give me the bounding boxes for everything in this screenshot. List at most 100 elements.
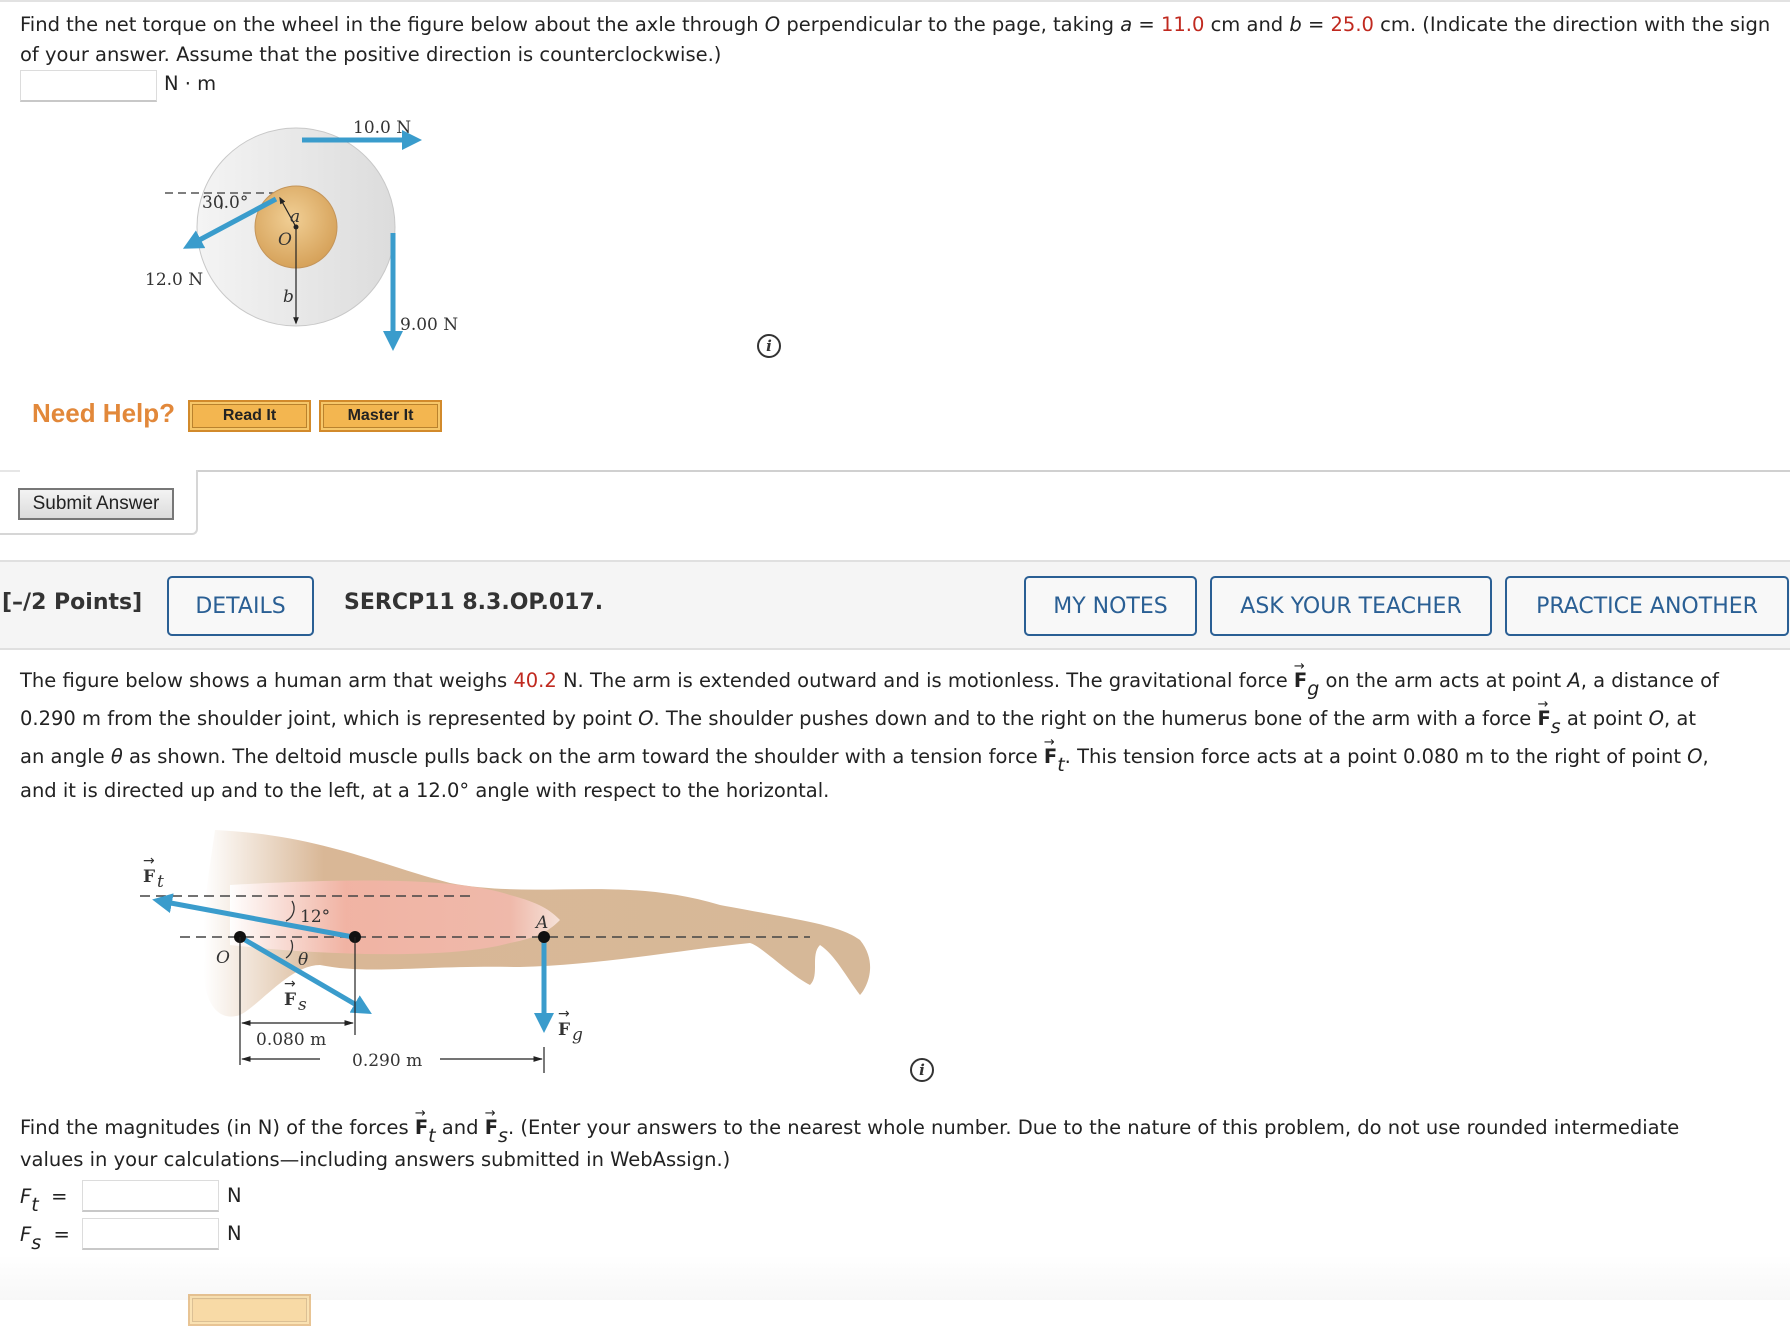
force-left-label: 12.0 N — [145, 270, 203, 290]
ft-label: F — [143, 867, 155, 887]
vector-f: F — [1044, 724, 1057, 776]
prompt-line-1: Find the magnitudes (in N) of the forces… — [20, 1098, 1790, 1147]
subscript-s: s — [498, 1125, 508, 1147]
equals: = — [53, 1223, 70, 1246]
line-3: an angle θ as shown. The deltoid muscle … — [20, 724, 1790, 776]
force-top-label: 10.0 N — [353, 118, 411, 138]
text: as shown. The deltoid muscle pulls back … — [122, 745, 1044, 768]
theta-label: θ — [298, 950, 308, 970]
subscript-t: t — [428, 1125, 436, 1147]
line-1: The figure below shows a human arm that … — [20, 648, 1790, 700]
vector-f: F — [485, 1098, 498, 1144]
value-a: 11.0 — [1160, 13, 1205, 36]
subscript-t: t — [1057, 754, 1065, 776]
fg-label: F — [558, 1020, 570, 1040]
problem2-statement: The figure below shows a human arm that … — [20, 648, 1790, 806]
question-code: SERCP11 8.3.OP.017. — [344, 590, 604, 615]
section-divider — [196, 470, 1790, 472]
practice-another-button[interactable]: PRACTICE ANOTHER — [1505, 576, 1789, 636]
ask-your-teacher-button[interactable]: ASK YOUR TEACHER — [1210, 576, 1492, 636]
text: perpendicular to the page, taking — [780, 13, 1121, 36]
angle-label: 30.0° — [202, 193, 248, 213]
text: . This tension force acts at a point 0.0… — [1064, 745, 1688, 768]
subscript-g: g — [1307, 678, 1320, 700]
angle-12-label: 12° — [300, 907, 330, 927]
read-it-button[interactable]: Read It — [188, 400, 311, 432]
text: and — [435, 1116, 485, 1139]
label-a: A — [534, 913, 548, 933]
line-4: and it is directed up and to the left, a… — [20, 776, 1790, 806]
vector-f: F — [415, 1098, 428, 1144]
problem2-prompt: Find the magnitudes (in N) of the forces… — [20, 1098, 1790, 1176]
torque-unit: N · m — [164, 72, 217, 95]
fs-arrow-glyph: → — [284, 976, 296, 992]
fs-symbol: F — [20, 1223, 32, 1246]
fs-label: F — [284, 990, 296, 1010]
ft-answer-input[interactable] — [82, 1180, 219, 1212]
submit-panel-top — [0, 470, 20, 472]
dist-long-label: 0.290 m — [352, 1051, 422, 1071]
text: 0.290 m from the shoulder joint, which i… — [20, 707, 639, 730]
my-notes-button[interactable]: MY NOTES — [1024, 576, 1197, 636]
var-b: b — [1289, 13, 1302, 36]
text: at point — [1560, 707, 1649, 730]
problem1-statement: Find the net torque on the wheel in the … — [20, 10, 1780, 70]
top-divider — [0, 0, 1790, 2]
read-it-button-partial[interactable] — [188, 1294, 311, 1326]
submit-answer-button[interactable]: Submit Answer — [18, 488, 174, 520]
label-b: b — [283, 287, 294, 307]
ft-answer-label: Ft = — [20, 1182, 68, 1216]
fs-sub: s — [31, 1232, 42, 1254]
text: on the arm acts at point — [1319, 669, 1568, 692]
arm-weight: 40.2 — [513, 669, 557, 692]
fs-unit: N — [227, 1222, 242, 1245]
points-label: [–/2 Points] — [2, 590, 143, 615]
info-icon[interactable]: i — [910, 1058, 934, 1082]
theta: θ — [110, 745, 123, 768]
text: . (Enter your answers to the nearest who… — [507, 1116, 1680, 1139]
ft-sub: t — [31, 1194, 39, 1216]
point-a: A — [1567, 669, 1581, 692]
torque-answer-input[interactable] — [20, 70, 157, 102]
label-o: O — [216, 948, 230, 968]
text: values in your calculations—including an… — [20, 1148, 731, 1171]
point-o: O — [1687, 745, 1703, 768]
point-o: O — [638, 707, 654, 730]
var-a: a — [1120, 13, 1133, 36]
vector-f: F — [1294, 648, 1307, 700]
dist-short-label: 0.080 m — [256, 1030, 326, 1050]
fs-answer-label: Fs = — [20, 1220, 70, 1254]
fg-subscript: g — [572, 1025, 583, 1045]
label-a: a — [290, 207, 300, 227]
details-button[interactable]: DETAILS — [167, 576, 314, 636]
fs-subscript: s — [298, 995, 307, 1015]
line-2: 0.290 m from the shoulder joint, which i… — [20, 686, 1790, 738]
text: N. The arm is extended outward and is mo… — [556, 669, 1294, 692]
text: , a distance of — [1580, 669, 1719, 692]
info-glyph: i — [919, 1061, 925, 1079]
master-it-button[interactable]: Master It — [319, 400, 442, 432]
fg-arrow-glyph: → — [558, 1006, 570, 1022]
text: , at — [1663, 707, 1696, 730]
text: = — [1301, 13, 1331, 36]
text: and it is directed up and to the left, a… — [20, 779, 830, 802]
text: , — [1702, 745, 1709, 768]
need-help-label: Need Help? — [32, 398, 176, 428]
value-b: 25.0 — [1330, 13, 1374, 36]
ft-symbol: F — [20, 1185, 32, 1208]
info-icon[interactable]: i — [757, 334, 781, 358]
text: The figure below shows a human arm that … — [20, 669, 514, 692]
var-o: O — [764, 13, 781, 36]
equals: = — [51, 1185, 68, 1208]
label-o: O — [278, 230, 292, 250]
text: cm and — [1204, 13, 1290, 36]
fs-answer-input[interactable] — [82, 1218, 219, 1250]
text: Find the magnitudes (in N) of the forces — [20, 1116, 415, 1139]
info-glyph: i — [766, 337, 772, 355]
prompt-line-2: values in your calculations—including an… — [20, 1144, 1790, 1176]
ft-unit: N — [227, 1184, 242, 1207]
text: = — [1132, 13, 1161, 36]
text: . The shoulder pushes down and to the ri… — [653, 707, 1538, 730]
text: an angle — [20, 745, 111, 768]
force-right-label: 9.00 N — [400, 315, 458, 335]
